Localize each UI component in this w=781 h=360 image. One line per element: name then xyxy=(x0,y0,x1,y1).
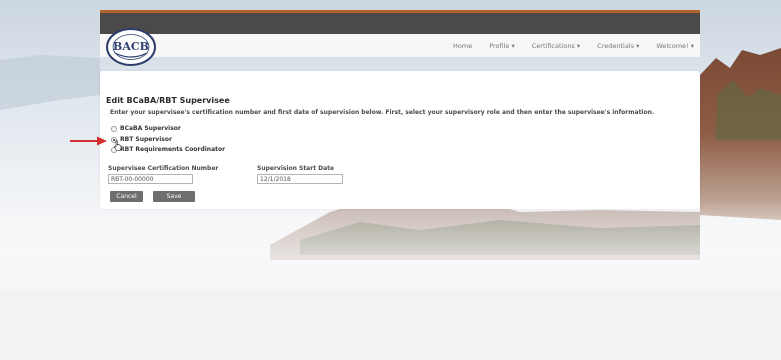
radio-label-rbt: RBT Supervisor xyxy=(120,136,172,143)
nav-links: Home Profile ▾ Certifications ▾ Credenti… xyxy=(453,42,694,50)
instructions-text: Enter your supervisee's certification nu… xyxy=(110,109,655,116)
radio-label-coordinator: RBT Requirements Coordinator xyxy=(120,146,226,153)
cert-number-label: Supervisee Certification Number xyxy=(108,165,219,172)
nav-profile-menu[interactable]: Profile ▾ xyxy=(489,42,515,50)
nav-home-link[interactable]: Home xyxy=(453,42,472,50)
page-title: Edit BCaBA/RBT Supervisee xyxy=(106,96,230,105)
save-button[interactable]: Save xyxy=(153,191,195,202)
hand-cursor-icon xyxy=(114,140,122,151)
start-date-input[interactable]: 12/1/2018 xyxy=(257,174,343,184)
radio-bcaba-supervisor[interactable] xyxy=(111,125,117,132)
role-option-bcaba[interactable]: BCaBA Supervisor xyxy=(111,125,181,132)
cancel-button[interactable]: Cancel xyxy=(110,191,143,202)
svg-text:BACB: BACB xyxy=(113,40,149,53)
cert-number-input[interactable]: RBT-00-00000 xyxy=(108,174,193,184)
edit-supervisee-panel: Edit BCaBA/RBT Supervisee Enter your sup… xyxy=(100,71,700,209)
nav-welcome-menu[interactable]: Welcome! ▾ xyxy=(656,42,694,50)
start-date-label: Supervision Start Date xyxy=(257,165,335,172)
nav-certifications-menu[interactable]: Certifications ▾ xyxy=(532,42,580,50)
radio-label-bcaba: BCaBA Supervisor xyxy=(120,125,181,132)
nav-credentials-menu[interactable]: Credentials ▾ xyxy=(597,42,639,50)
red-arrow-icon xyxy=(70,136,107,146)
footer-background xyxy=(0,290,781,360)
role-option-coordinator[interactable]: RBT Requirements Coordinator xyxy=(111,146,225,153)
top-navbar: BACB Home Profile ▾ Certifications ▾ Cre… xyxy=(100,10,700,66)
navbar-top-band xyxy=(100,13,700,34)
bacb-logo-icon[interactable]: BACB xyxy=(105,27,157,67)
